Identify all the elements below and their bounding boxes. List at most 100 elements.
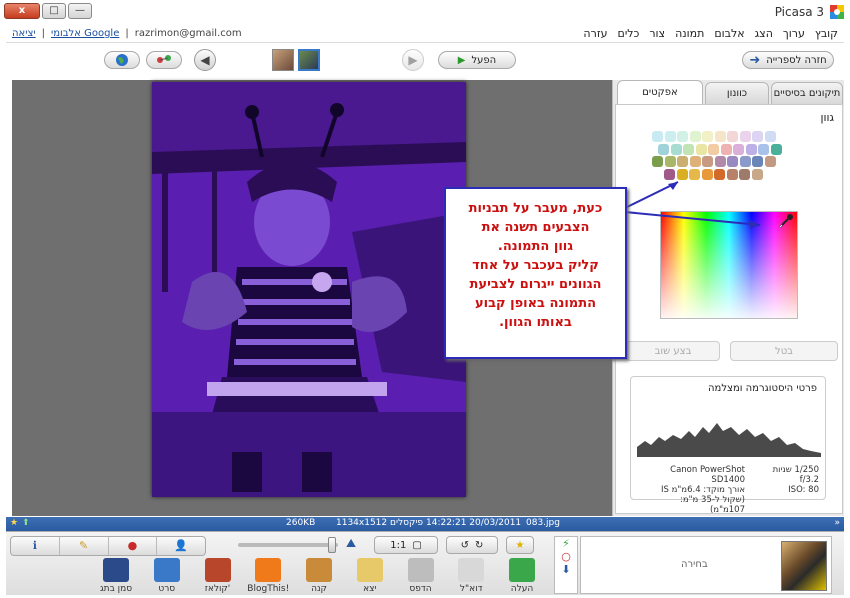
tool-button[interactable]: קנה — [297, 558, 341, 594]
window-minimize-button[interactable]: — — [68, 3, 92, 19]
sign-out-link[interactable]: יציאה — [12, 28, 36, 39]
color-swatch[interactable] — [670, 143, 682, 155]
tool-button[interactable]: הדפס — [399, 558, 443, 594]
callout-line: התמונה באופן קבוע — [474, 296, 597, 311]
tab-effects[interactable]: אפקטים — [617, 80, 703, 104]
section-title: גוון — [820, 111, 834, 124]
menu-picture[interactable]: תמונה — [675, 27, 704, 40]
back-to-library-button[interactable]: ➜ חזרה לספרייה — [742, 51, 834, 69]
color-swatch[interactable] — [714, 168, 725, 180]
color-swatch[interactable] — [727, 156, 738, 167]
color-swatch[interactable] — [764, 156, 776, 167]
web-albums-link[interactable]: אלבומי Google — [51, 28, 119, 39]
color-swatch[interactable] — [689, 156, 701, 167]
color-swatch[interactable] — [751, 168, 763, 180]
color-swatch[interactable] — [664, 131, 676, 142]
color-swatch[interactable] — [652, 131, 663, 142]
fit-icon[interactable]: ▢ — [412, 540, 421, 551]
cancel-button[interactable]: בטל — [730, 341, 838, 361]
color-swatch[interactable] — [664, 156, 676, 167]
tab-basic-fixes[interactable]: תיקונים בסיסיים — [771, 82, 843, 104]
color-swatch[interactable] — [652, 156, 663, 167]
tab-tuning[interactable]: כוונון — [705, 82, 769, 104]
color-swatch[interactable] — [677, 131, 688, 142]
people-icon[interactable]: 👤 — [157, 537, 205, 555]
tool-button[interactable]: העלה — [500, 558, 544, 594]
color-swatch[interactable] — [758, 143, 769, 155]
actual-size-icon[interactable]: 1:1 — [390, 540, 406, 551]
add-to-tray-icon[interactable]: ⬇ — [555, 563, 577, 576]
color-swatch[interactable] — [733, 143, 744, 155]
color-swatch[interactable] — [752, 156, 763, 167]
color-swatch[interactable] — [720, 143, 732, 155]
color-swatch[interactable] — [745, 143, 757, 155]
selected-thumbnail[interactable] — [781, 541, 827, 591]
share-button[interactable] — [146, 51, 182, 69]
arrow-right-icon: ▶ — [408, 53, 418, 67]
color-swatch[interactable] — [664, 168, 675, 180]
color-swatch[interactable] — [683, 143, 694, 155]
color-swatch[interactable] — [702, 156, 713, 167]
color-swatch[interactable] — [714, 131, 726, 142]
previous-photo-button[interactable]: ◀ — [194, 49, 216, 71]
color-swatch[interactable] — [702, 131, 713, 142]
menu-help[interactable]: עזרה — [583, 27, 607, 40]
menu-file[interactable]: קובץ — [815, 27, 838, 40]
caption-icon[interactable]: ✎ — [60, 537, 109, 555]
color-swatch[interactable] — [727, 131, 738, 142]
menu-edit[interactable]: ערוך — [783, 27, 805, 40]
clear-icon[interactable]: ○ — [555, 550, 577, 563]
tool-button[interactable]: BlogThis! — [246, 558, 290, 594]
geotag-pin-icon[interactable]: ● — [109, 537, 158, 555]
color-swatch[interactable] — [739, 131, 751, 142]
color-swatch[interactable] — [752, 131, 763, 142]
zoom-slider-handle[interactable] — [328, 537, 336, 553]
color-swatch[interactable] — [726, 168, 738, 180]
color-swatch[interactable] — [676, 168, 688, 180]
globe-button[interactable] — [104, 51, 140, 69]
menu-tools[interactable]: כלים — [618, 27, 640, 40]
menu-album[interactable]: אלבום — [714, 27, 744, 40]
tool-button[interactable]: סרט — [145, 558, 189, 594]
star-button[interactable]: ★ — [506, 536, 534, 554]
color-swatch[interactable] — [739, 168, 750, 180]
color-swatch[interactable] — [739, 156, 751, 167]
thumbnail-current[interactable] — [298, 49, 320, 71]
color-swatch[interactable] — [689, 168, 700, 180]
redo-button[interactable]: בצע שוב — [626, 341, 720, 361]
info-icon[interactable]: ℹ — [11, 537, 60, 555]
expand-icon[interactable]: » — [834, 518, 840, 528]
rotate-left-icon[interactable]: ↺ — [461, 540, 469, 551]
color-swatch[interactable] — [677, 156, 688, 167]
tool-button[interactable]: יצא — [348, 558, 392, 594]
histogram-box: פרטי היסטוגרמה ומצלמה 1/250 שניות f/3.2 … — [630, 376, 826, 515]
photo-preview[interactable] — [152, 82, 466, 497]
thumbnail-previous[interactable] — [272, 49, 294, 71]
app-title: Picasa 3 — [774, 5, 824, 19]
next-photo-button[interactable]: ▶ — [402, 49, 424, 71]
window-close-button[interactable]: x — [4, 3, 40, 19]
play-slideshow-button[interactable]: ▶ הפעל — [438, 51, 516, 69]
callout-line: הגוונים ייגרום לצביעת — [469, 277, 602, 292]
collage-icon — [204, 558, 231, 582]
color-swatch[interactable] — [658, 143, 669, 155]
tool-button[interactable]: קולאז' — [196, 558, 240, 594]
tool-button[interactable]: סמן בתג — [94, 558, 138, 594]
color-swatch[interactable] — [708, 143, 719, 155]
zoom-slider[interactable] — [238, 537, 338, 553]
rotate-group: ↺ ↻ — [446, 536, 498, 554]
color-swatch[interactable] — [714, 156, 726, 167]
color-swatch[interactable] — [689, 131, 701, 142]
color-spectrum-picker[interactable] — [660, 211, 798, 319]
hold-icon[interactable]: ⚡ — [555, 537, 577, 550]
zoom-landscape-icon[interactable]: ⛰ — [346, 536, 366, 554]
tool-button[interactable]: דוא"ל — [449, 558, 493, 594]
window-maximize-button[interactable]: □ — [42, 3, 66, 19]
color-swatch[interactable] — [695, 143, 707, 155]
menu-view[interactable]: הצג — [755, 27, 773, 40]
color-swatch[interactable] — [764, 131, 776, 142]
menu-create[interactable]: צור — [649, 27, 665, 40]
rotate-right-icon[interactable]: ↻ — [475, 540, 483, 551]
color-swatch[interactable] — [701, 168, 713, 180]
color-swatch[interactable] — [770, 143, 782, 155]
